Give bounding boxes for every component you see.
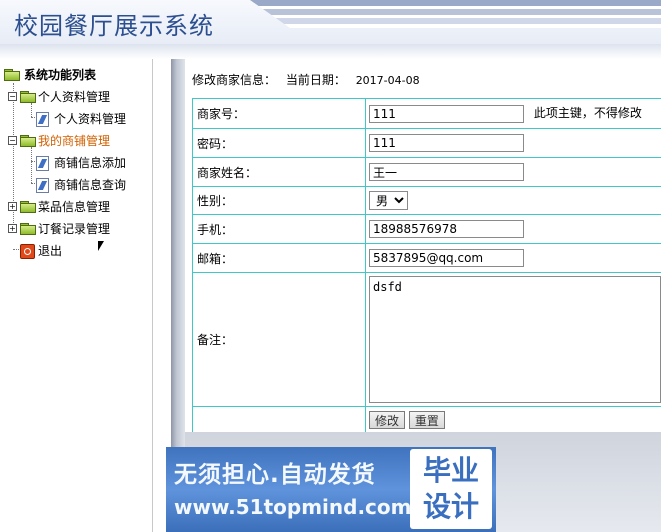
folder-closed-icon (20, 223, 36, 235)
info-line: 修改商家信息： 当前日期： 2017-04-08 (192, 71, 426, 88)
remark-textarea[interactable]: dsfd (369, 276, 661, 403)
form-row: 备注： dsfd (192, 272, 661, 407)
password-input[interactable] (369, 134, 524, 152)
merchant-id-cell: 此项主键，不得修改 (365, 98, 661, 129)
reset-button[interactable]: 重置 (408, 410, 445, 429)
sidebar-item-label: 商铺信息查询 (54, 178, 127, 192)
merchant-id-note: 此项主键，不得修改 (533, 106, 642, 121)
merchant-id-label: 商家号： (192, 98, 366, 129)
form-row: 性别： 男 (192, 186, 661, 215)
expand-icon[interactable]: + (8, 224, 17, 233)
main-content: 修改商家信息： 当前日期： 2017-04-08 商家号： 此项主键，不得修改 … (185, 59, 661, 433)
watermark-slogan: 无须担心.自动发货 (174, 462, 376, 488)
merchant-form: 商家号： 此项主键，不得修改 密码： 商家姓名： 性别： 男 (192, 98, 661, 433)
app-header: 校园餐厅展示系统 (0, 0, 661, 44)
mouse-cursor-icon (98, 241, 104, 251)
expand-icon[interactable]: + (8, 202, 17, 211)
sidebar-item-exit[interactable]: 退出 (20, 242, 140, 260)
submit-button[interactable]: 修改 (369, 410, 406, 429)
merchant-id-input[interactable] (369, 104, 524, 123)
email-label: 邮箱： (192, 243, 366, 273)
sidebar-item-label: 个人资料管理 (38, 90, 111, 104)
remark-cell: dsfd (365, 272, 661, 407)
sidebar-item-label: 菜品信息管理 (38, 200, 111, 214)
sidebar-item-dish-group[interactable]: + 菜品信息管理 (8, 198, 148, 216)
sidebar-item-label: 订餐记录管理 (38, 222, 111, 236)
page-edit-icon (36, 178, 49, 193)
tree-root-label: 系统功能列表 (24, 68, 97, 82)
form-row: 商家号： 此项主键，不得修改 (192, 98, 661, 129)
sidebar-item-label: 商铺信息添加 (54, 156, 127, 170)
name-label: 商家姓名： (192, 157, 366, 187)
sidebar-item-profile[interactable]: 个人资料管理 (36, 110, 146, 128)
gender-cell: 男 (365, 186, 661, 215)
sidebar-item-label: 我的商铺管理 (38, 134, 111, 148)
gender-label: 性别： (192, 186, 366, 215)
gender-select[interactable]: 男 (369, 191, 408, 210)
form-row: 邮箱： (192, 243, 661, 273)
header-decoration (250, 0, 661, 28)
sidebar-item-order-group[interactable]: + 订餐记录管理 (8, 220, 148, 238)
sidebar-item-label: 个人资料管理 (54, 112, 127, 126)
header-shadow (0, 44, 661, 59)
sidebar-item-label: 退出 (38, 244, 63, 258)
email-input[interactable] (369, 249, 524, 267)
page-edit-icon (36, 156, 49, 171)
empty-cell (192, 406, 366, 433)
tree-line (31, 147, 32, 183)
page-edit-icon (36, 112, 49, 127)
actions-cell: 修改 重置 (365, 406, 661, 433)
sidebar-item-profile-group[interactable]: − 个人资料管理 (8, 88, 148, 106)
phone-input[interactable] (369, 220, 524, 238)
watermark-url: www.51topmind.com (174, 495, 412, 519)
password-cell (365, 128, 661, 158)
watermark-seal: 毕业 设计 (410, 449, 492, 529)
folder-open-icon (4, 69, 20, 81)
phone-cell (365, 214, 661, 244)
name-cell (365, 157, 661, 187)
app-title: 校园餐厅展示系统 (14, 12, 214, 40)
phone-label: 手机： (192, 214, 366, 244)
exit-icon (20, 244, 35, 259)
folder-open-icon (20, 135, 36, 147)
remark-label: 备注： (192, 272, 366, 407)
date-value: 2017-04-08 (355, 74, 420, 87)
date-label: 当前日期： (285, 73, 346, 87)
sidebar-item-shop-add[interactable]: 商铺信息添加 (36, 154, 146, 172)
form-row: 手机： (192, 214, 661, 244)
sidebar-item-shop-query[interactable]: 商铺信息查询 (36, 176, 146, 194)
collapse-icon[interactable]: − (8, 92, 17, 101)
folder-open-icon (20, 91, 36, 103)
seal-line: 设计 (422, 490, 479, 523)
tree-root[interactable]: 系统功能列表 (4, 66, 144, 84)
seal-line: 毕业 (422, 454, 479, 487)
name-input[interactable] (369, 163, 524, 181)
email-cell (365, 243, 661, 273)
collapse-icon[interactable]: − (8, 136, 17, 145)
form-row: 密码： (192, 128, 661, 158)
form-row: 商家姓名： (192, 157, 661, 187)
page-heading: 修改商家信息： (192, 73, 277, 87)
folder-closed-icon (20, 201, 36, 213)
sidebar-item-shop-group[interactable]: − 我的商铺管理 (8, 132, 148, 150)
sidebar-tree: 系统功能列表 − 个人资料管理 个人资料管理 − 我的商铺管理 商铺信息添加 商… (0, 59, 153, 532)
password-label: 密码： (192, 128, 366, 158)
form-row: 修改 重置 (192, 406, 661, 433)
watermark-banner: 无须担心.自动发货 www.51topmind.com 毕业 设计 (166, 447, 496, 532)
